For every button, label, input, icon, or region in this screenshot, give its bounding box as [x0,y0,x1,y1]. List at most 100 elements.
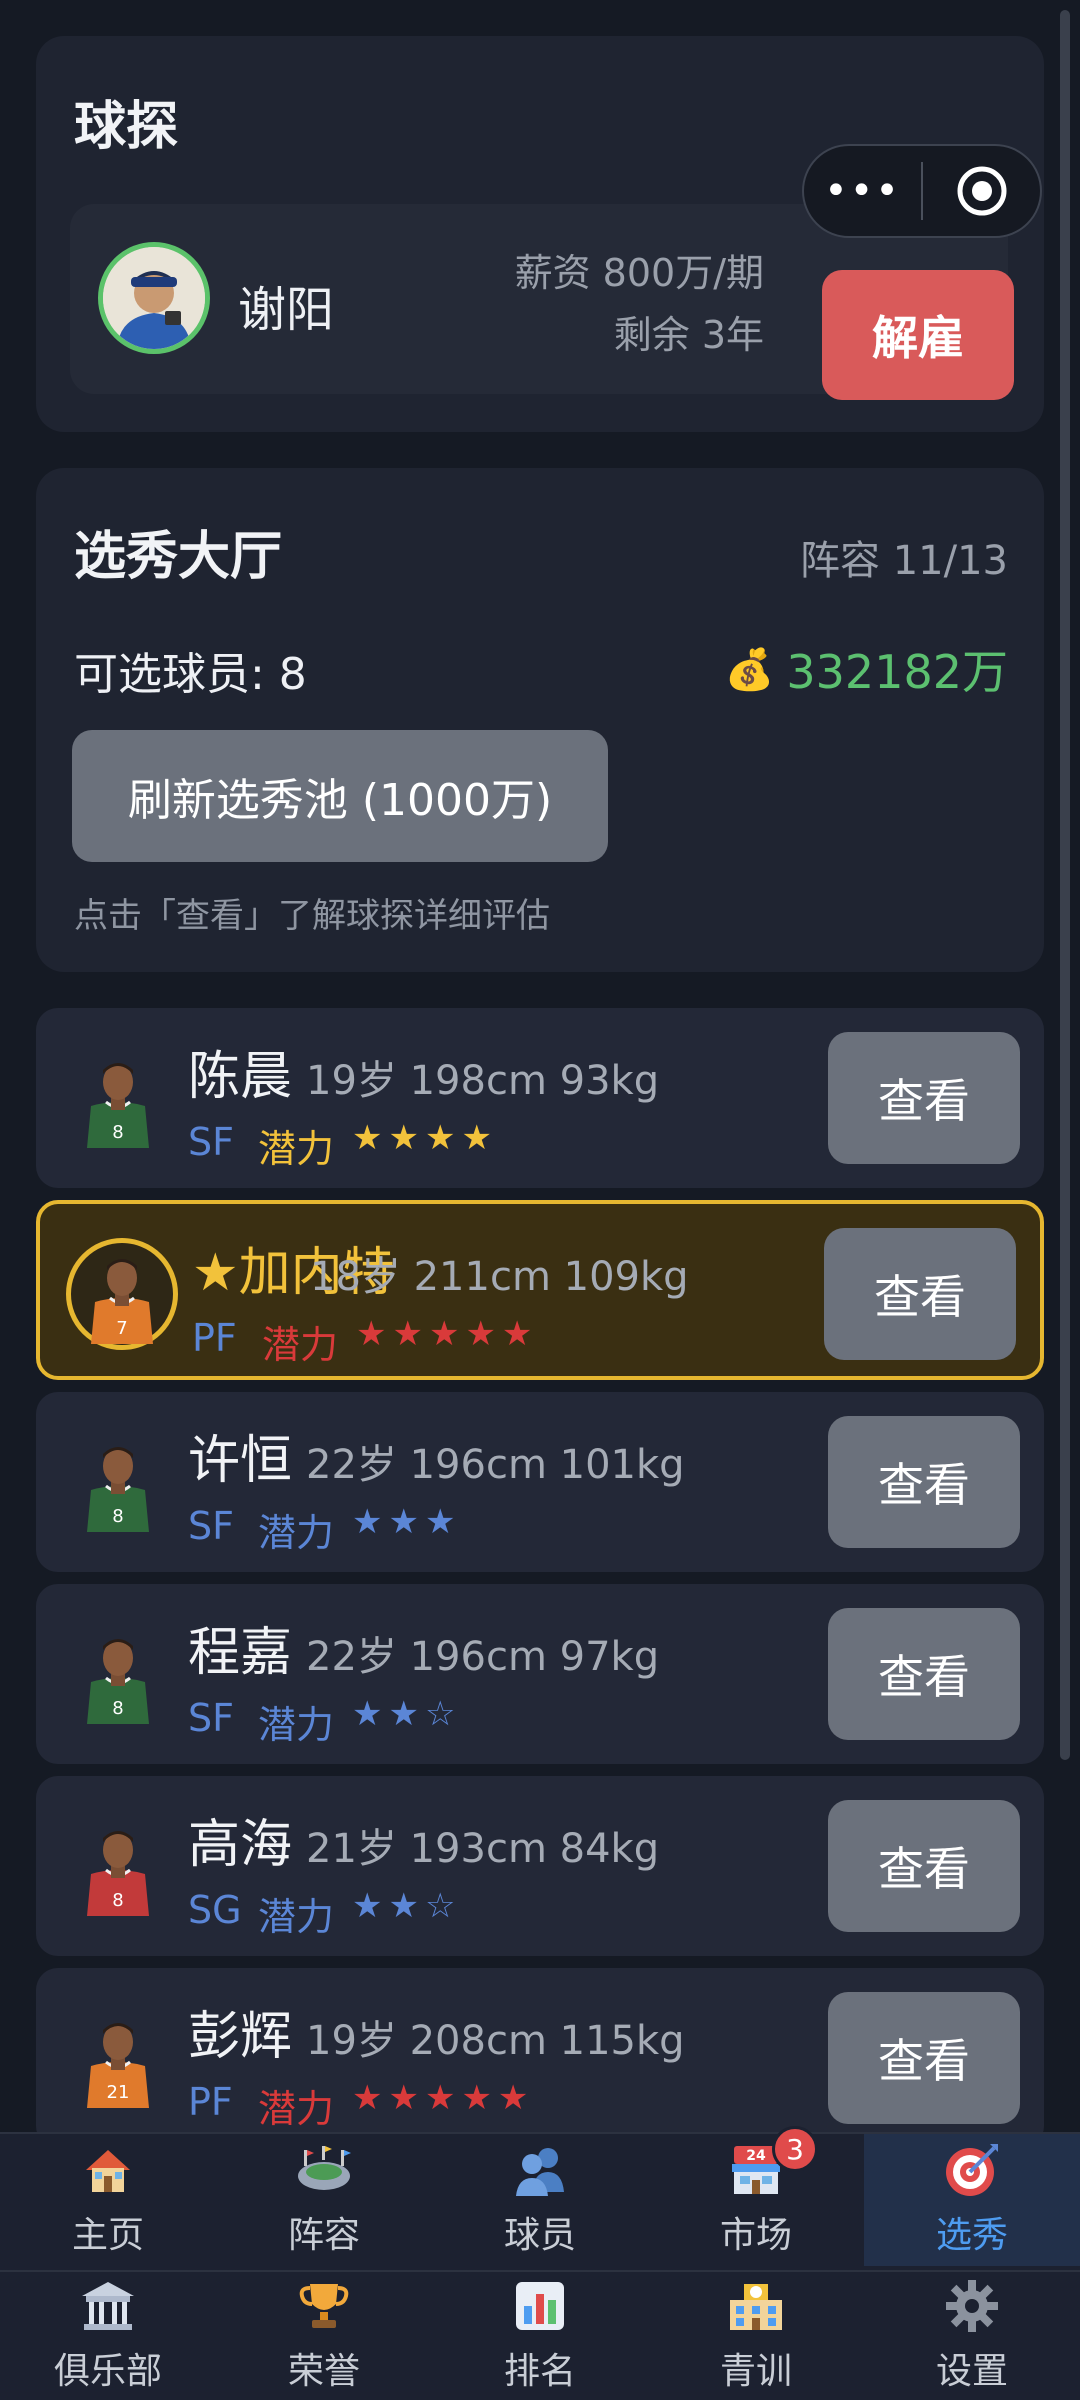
nav-item-school[interactable]: 青训 [648,2272,864,2400]
scout-salary: 薪资 800万/期 [514,251,764,295]
scout-contract-remaining: 剩余 3年 [613,313,764,357]
target-icon [940,2138,1004,2202]
player-avatar: 8 [62,1810,174,1922]
potential-stars-icon: ★★★★★ [356,1314,539,1354]
nav-row-primary: 主页 阵容 球员 24 市场 3 选秀 [0,2126,1080,2266]
nav-item-users[interactable]: 球员 [432,2134,648,2266]
draft-hall-card: 选秀大厅 阵容 11/13 可选球员: 8 💰 332182万 刷新选秀池 (1… [36,468,1044,972]
draft-hall-title: 选秀大厅 [74,527,283,587]
player-potential-label: 潜力 [258,1511,335,1555]
refresh-draft-pool-button[interactable]: 刷新选秀池 (1000万) [72,730,608,862]
nav-item-store[interactable]: 24 市场 3 [648,2126,864,2266]
nav-label: 主页 [71,2215,144,2256]
gear-icon [940,2274,1004,2338]
lineup-count: 阵容 11/13 [800,538,1008,584]
bar-chart-icon [508,2274,572,2338]
potential-stars-icon: ★★☆ [352,1694,462,1734]
nav-item-house[interactable]: 主页 [0,2134,216,2266]
player-avatar: 7 [66,1238,178,1350]
scout-avatar [98,242,210,354]
money-amount: 332182万 [786,645,1008,699]
player-row: 8 程嘉 22岁 196cm 97kg SF 潜力 ★★☆ 查看 [36,1584,1044,1764]
close-miniprogram-icon[interactable] [923,146,1040,236]
scout-section-title: 球探 [74,97,179,157]
player-physical-info: 22岁 196cm 97kg [306,1634,660,1680]
player-potential-label: 潜力 [258,1895,335,1939]
potential-stars-icon: ★★★★★ [352,2078,535,2118]
svg-text:21: 21 [107,2082,130,2103]
fire-scout-button[interactable]: 解雇 [822,270,1014,400]
player-potential-label: 潜力 [262,1323,339,1367]
player-avatar: 8 [62,1618,174,1730]
player-potential-label: 潜力 [258,2087,335,2131]
nav-row-secondary: 俱乐部 荣誉 排名 青训 设置 [0,2270,1080,2400]
potential-stars-icon: ★★☆ [352,1886,462,1926]
nav-label: 设置 [935,2351,1008,2392]
view-player-button[interactable]: 查看 [828,1608,1020,1740]
nav-label: 荣誉 [287,2351,360,2392]
nav-label: 球员 [503,2215,576,2256]
trophy-icon [292,2274,356,2338]
house-icon [76,2138,140,2202]
player-physical-info: 19岁 198cm 93kg [306,1058,660,1104]
player-position: SG [188,1888,242,1932]
nav-label: 选秀 [935,2215,1008,2256]
player-row: 8 许恒 22岁 196cm 101kg SF 潜力 ★★★ 查看 [36,1392,1044,1572]
view-player-button[interactable]: 查看 [828,1800,1020,1932]
nav-item-gear[interactable]: 设置 [864,2272,1080,2400]
nav-label: 俱乐部 [53,2351,162,2392]
users-icon [508,2138,572,2202]
player-potential-label: 潜力 [258,1703,335,1747]
player-name: 程嘉 [188,1623,293,1683]
player-name: 高海 [188,1815,293,1875]
more-menu-icon[interactable]: ••• [804,146,921,236]
svg-text:24: 24 [746,2148,766,2164]
player-avatar: 21 [62,2002,174,2114]
player-name: 陈晨 [188,1047,293,1107]
svg-text:8: 8 [112,1698,123,1719]
player-row: 8 陈晨 19岁 198cm 93kg SF 潜力 ★★★★ 查看 [36,1008,1044,1188]
nav-item-trophy[interactable]: 荣誉 [216,2272,432,2400]
player-physical-info: 19岁 208cm 115kg [306,2018,685,2064]
nav-label: 青训 [719,2351,792,2392]
player-row: 8 高海 21岁 193cm 84kg SG 潜力 ★★☆ 查看 [36,1776,1044,1956]
nav-label: 市场 [719,2215,792,2256]
stadium-icon [292,2138,356,2202]
money-bag-icon: 💰 [724,646,775,693]
scrollbar[interactable] [1060,10,1070,1760]
player-avatar: 8 [62,1042,174,1154]
player-physical-info: 21岁 193cm 84kg [306,1826,660,1872]
player-name: 许恒 [188,1431,293,1491]
school-icon [724,2274,788,2338]
miniprogram-capsule: ••• [802,144,1042,238]
view-player-button[interactable]: 查看 [824,1228,1016,1360]
view-player-button[interactable]: 查看 [828,1416,1020,1548]
potential-stars-icon: ★★★ [352,1502,462,1542]
player-row: 21 彭辉 19岁 208cm 115kg PF 潜力 ★★★★★ 查看 [36,1968,1044,2148]
player-position: SF [188,1696,234,1740]
nav-item-target[interactable]: 选秀 [864,2134,1080,2266]
player-position: SF [188,1120,234,1164]
nav-item-bar-chart[interactable]: 排名 [432,2272,648,2400]
svg-text:7: 7 [116,1318,127,1339]
available-players-count: 可选球员: 8 [74,649,307,700]
player-avatar: 8 [62,1426,174,1538]
money-display: 💰 332182万 [725,636,1008,702]
nav-label: 排名 [503,2351,576,2392]
view-player-button[interactable]: 查看 [828,1032,1020,1164]
player-potential-label: 潜力 [258,1127,335,1171]
nav-item-stadium[interactable]: 阵容 [216,2134,432,2266]
scout-name: 谢阳 [238,282,335,338]
bottom-navigation: 主页 阵容 球员 24 市场 3 选秀 俱乐部 荣誉 排名 青训 设置 [0,2126,1080,2400]
svg-text:8: 8 [112,1506,123,1527]
player-position: SF [188,1504,234,1548]
club-building-icon [76,2274,140,2338]
nav-item-club-building[interactable]: 俱乐部 [0,2272,216,2400]
player-position: PF [192,1316,237,1360]
view-player-button[interactable]: 查看 [828,1992,1020,2124]
player-physical-info: 18岁 211cm 109kg [310,1254,689,1300]
player-position: PF [188,2080,233,2124]
player-name: 彭辉 [188,2007,293,2067]
potential-stars-icon: ★★★★ [352,1118,498,1158]
player-physical-info: 22岁 196cm 101kg [306,1442,685,1488]
